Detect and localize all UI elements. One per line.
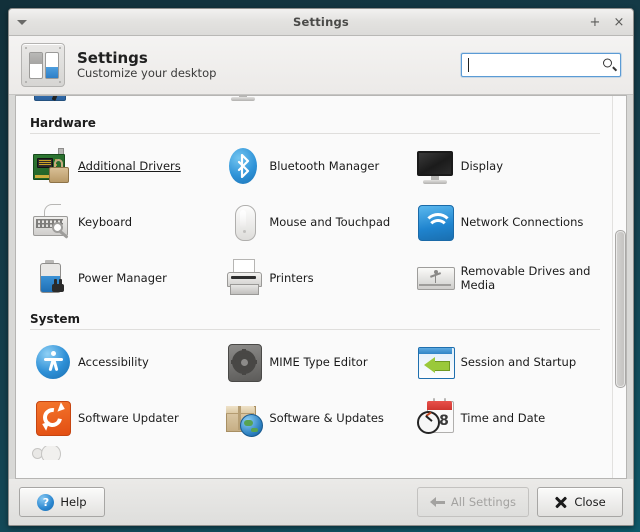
close-button[interactable]: Close xyxy=(537,487,623,517)
all-settings-button-label: All Settings xyxy=(450,495,516,509)
settings-item-power-manager[interactable]: Power Manager xyxy=(28,250,219,306)
settings-item-display[interactable]: Display xyxy=(411,138,602,194)
section-divider xyxy=(30,329,600,330)
settings-scroll-area[interactable]: Tweaks Hardware xyxy=(16,96,612,478)
settings-item-label: Software & Updates xyxy=(269,410,384,425)
refresh-orange-icon xyxy=(32,397,74,439)
question-mark-icon: ? xyxy=(37,493,55,511)
scrollbar-thumb[interactable] xyxy=(615,229,626,389)
system-grid: Accessibility MIME Type Editor Session a… xyxy=(28,334,602,446)
partial-icon xyxy=(28,446,70,460)
mouse-icon xyxy=(223,201,265,243)
hardware-grid: Additional Drivers Bluetooth Manager Dis… xyxy=(28,138,602,306)
close-button-label: Close xyxy=(574,495,606,509)
settings-content-frame: Tweaks Hardware xyxy=(15,95,627,479)
monitor-icon xyxy=(223,96,265,107)
settings-item-session-and-startup[interactable]: Session and Startup xyxy=(411,334,602,390)
help-button-label: Help xyxy=(60,495,87,509)
settings-item-label: Power Manager xyxy=(78,270,167,285)
clipped-bottom-row xyxy=(28,446,602,460)
section-title-system: System xyxy=(30,312,80,326)
settings-item-clipped-empty xyxy=(411,96,602,110)
back-arrow-icon xyxy=(429,496,445,508)
close-window-button[interactable]: × xyxy=(612,14,626,30)
help-button[interactable]: ? Help xyxy=(19,487,105,517)
settings-item-label: Removable Drives and Media xyxy=(460,263,591,292)
all-settings-button[interactable]: All Settings xyxy=(416,487,529,517)
wifi-icon xyxy=(415,201,457,243)
clock-calendar-icon: 28 xyxy=(415,397,457,439)
settings-item-mime-type-editor[interactable]: MIME Type Editor xyxy=(219,334,410,390)
settings-item-removable-drives-and-media[interactable]: Removable Drives and Media xyxy=(411,250,602,306)
settings-item-network-connections[interactable]: Network Connections xyxy=(411,194,602,250)
clipped-top-row: Tweaks xyxy=(28,96,602,110)
settings-item-label: Keyboard xyxy=(78,214,133,229)
settings-item-software-and-updates[interactable]: Software & Updates xyxy=(219,390,410,446)
settings-item-label: Accessibility xyxy=(78,354,149,369)
x-mark-icon xyxy=(554,495,568,509)
usb-drive-icon xyxy=(415,257,457,299)
settings-item-label: Bluetooth Manager xyxy=(269,158,380,173)
monitor-icon xyxy=(415,145,457,187)
dialog-footer: ? Help All Settings Close xyxy=(9,479,633,525)
text-caret xyxy=(468,58,469,72)
settings-item-time-and-date[interactable]: 28 Time and Date xyxy=(411,390,602,446)
section-title-hardware: Hardware xyxy=(30,116,96,130)
settings-window: Settings + × Settings Customize your des… xyxy=(8,8,634,526)
settings-item-label: Time and Date xyxy=(460,410,546,425)
gear-plate-icon xyxy=(223,341,265,383)
settings-item-label: MIME Type Editor xyxy=(269,354,368,369)
session-window-arrow-icon xyxy=(415,341,457,383)
search-field-wrapper[interactable] xyxy=(461,53,621,77)
battery-plug-icon xyxy=(32,257,74,299)
circuit-board-lock-icon xyxy=(32,145,74,187)
keyboard-wrench-icon xyxy=(32,201,74,243)
settings-item-printers[interactable]: Printers xyxy=(219,250,410,306)
section-divider xyxy=(30,133,600,134)
settings-item-bluetooth-manager[interactable]: Bluetooth Manager xyxy=(219,138,410,194)
settings-item-software-updater[interactable]: Software Updater xyxy=(28,390,219,446)
settings-item-accessibility[interactable]: Accessibility xyxy=(28,334,219,390)
window-menu-button[interactable] xyxy=(9,9,35,35)
app-header: Settings Customize your desktop xyxy=(9,36,633,95)
window-title: Settings xyxy=(293,15,349,29)
settings-item-label: Network Connections xyxy=(460,214,584,229)
printer-icon xyxy=(223,257,265,299)
page-subtitle: Customize your desktop xyxy=(77,66,217,81)
settings-item-clipped-monitor[interactable] xyxy=(219,96,410,110)
bluetooth-icon xyxy=(223,145,265,187)
settings-item-mouse-and-touchpad[interactable]: Mouse and Touchpad xyxy=(219,194,410,250)
vertical-scrollbar[interactable] xyxy=(612,96,626,478)
settings-item-tweaks[interactable]: Tweaks xyxy=(28,96,219,110)
settings-item-label: Additional Drivers xyxy=(78,158,181,173)
page-title: Settings xyxy=(77,48,148,67)
settings-item-label: Printers xyxy=(269,270,314,285)
chevron-down-icon xyxy=(17,19,27,25)
accessibility-icon xyxy=(32,341,74,383)
settings-item-keyboard[interactable]: Keyboard xyxy=(28,194,219,250)
bluetooth-glyph xyxy=(238,154,250,178)
settings-item-label: Mouse and Touchpad xyxy=(269,214,391,229)
settings-item-label: Display xyxy=(460,158,504,173)
search-input[interactable] xyxy=(461,53,621,77)
package-globe-icon xyxy=(223,397,265,439)
settings-item-label: Software Updater xyxy=(78,410,179,425)
maximize-button[interactable]: + xyxy=(588,14,602,30)
tweaks-icon xyxy=(32,96,74,107)
settings-switches-icon xyxy=(21,43,65,87)
window-titlebar[interactable]: Settings + × xyxy=(9,9,633,36)
settings-item-additional-drivers[interactable]: Additional Drivers xyxy=(28,138,219,194)
settings-item-label: Session and Startup xyxy=(460,354,577,369)
